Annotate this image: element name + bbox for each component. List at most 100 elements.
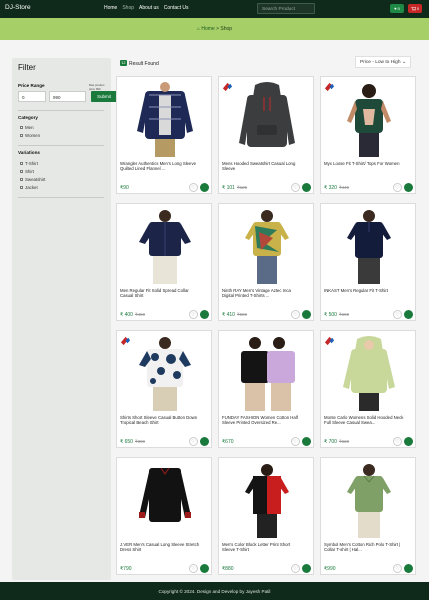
product-title[interactable]: INKAST Men's Regular Fit T-Shirt	[324, 288, 406, 293]
chevron-down-icon: ⌄	[401, 60, 406, 65]
add-to-cart-icon[interactable]	[404, 564, 413, 573]
checkbox[interactable]	[20, 162, 23, 165]
add-to-cart-icon[interactable]	[200, 564, 209, 573]
product-image[interactable]	[131, 81, 199, 159]
wishlist-heart-icon[interactable]: ♡	[393, 564, 402, 573]
product-title[interactable]: Symbol Men's Cotton Rich Polo T-Shirt | …	[324, 542, 406, 553]
product-title[interactable]: Ninth RAY Men's Vintage Aztec Inca Digit…	[222, 288, 304, 299]
add-to-cart-icon[interactable]	[302, 183, 311, 192]
product-card[interactable]: FUNDAY FASHION Women Cotton Half Sleeve …	[218, 330, 314, 448]
product-image[interactable]	[233, 81, 301, 159]
category-option-women[interactable]: Women	[20, 133, 40, 138]
wishlist-heart-icon[interactable]: ♡	[291, 437, 300, 446]
checkbox[interactable]	[20, 186, 23, 189]
wishlist-heart-icon[interactable]: ♡	[291, 564, 300, 573]
wishlist-heart-icon[interactable]: ♡	[189, 310, 198, 319]
add-to-cart-icon[interactable]	[200, 183, 209, 192]
wishlist-heart-icon[interactable]: ♡	[393, 183, 402, 192]
product-image[interactable]	[131, 208, 199, 286]
checkbox[interactable]	[20, 178, 23, 181]
nav-contact-link[interactable]: Contact Us	[164, 5, 189, 11]
breadcrumb-home[interactable]: ⌂ Home	[197, 26, 216, 32]
wishlist-heart-icon[interactable]: ♡	[291, 183, 300, 192]
nav-home-link[interactable]: Home	[104, 5, 117, 11]
product-image[interactable]	[131, 462, 199, 540]
product-price: ₹790	[120, 566, 132, 572]
add-to-cart-icon[interactable]	[302, 437, 311, 446]
checkbox[interactable]	[20, 170, 23, 173]
product-title[interactable]: Mens Hooded Sweatshirt Casual Long Sleev…	[222, 161, 304, 172]
product-card[interactable]: J.VER Men's Casual Long Sleeve Stretch D…	[116, 457, 212, 575]
product-title[interactable]: Monte Carlo Womens Solid Hooded Neck Ful…	[324, 415, 406, 426]
product-image[interactable]	[233, 335, 301, 413]
wishlist-heart-icon[interactable]: ♡	[189, 564, 198, 573]
navbar: DJ-Store Home Shop About us Contact Us S…	[0, 0, 429, 18]
product-image[interactable]	[233, 208, 301, 286]
variation-option-tshirt[interactable]: T-Shirt	[20, 161, 38, 166]
product-mrp: ₹899	[134, 439, 146, 444]
product-title[interactable]: J.VER Men's Casual Long Sleeve Stretch D…	[120, 542, 202, 553]
wishlist-heart-icon[interactable]: ♡	[393, 310, 402, 319]
product-image[interactable]	[335, 81, 403, 159]
wishlist-heart-icon[interactable]: ♡	[189, 183, 198, 192]
product-price: ₹670	[222, 439, 234, 445]
add-to-cart-icon[interactable]	[404, 437, 413, 446]
product-image[interactable]	[335, 462, 403, 540]
product-card[interactable]: Myx Loose Fit T-Shirt/ Tops For Women ₹ …	[320, 76, 416, 194]
checkbox[interactable]	[20, 134, 23, 137]
product-image[interactable]	[131, 335, 199, 413]
product-title[interactable]: FUNDAY FASHION Women Cotton Half Sleeve …	[222, 415, 304, 426]
offer-badge-icon	[222, 82, 233, 92]
product-card[interactable]: Symbol Men's Cotton Rich Polo T-Shirt | …	[320, 457, 416, 575]
nav-about-link[interactable]: About us	[139, 5, 159, 11]
brand-logo[interactable]: DJ-Store	[5, 4, 31, 11]
product-image[interactable]	[335, 335, 403, 413]
divider	[18, 110, 104, 111]
wishlist-heart-icon[interactable]: ♡	[189, 437, 198, 446]
breadcrumb-banner: ⌂ Home > Shop	[0, 18, 429, 40]
max-price-input[interactable]: 990	[49, 91, 86, 102]
product-card[interactable]: Ninth RAY Men's Vintage Aztec Inca Digit…	[218, 203, 314, 321]
add-to-cart-icon[interactable]	[404, 310, 413, 319]
product-card[interactable]: INKAST Men's Regular Fit T-Shirt ₹ 500 ₹6…	[320, 203, 416, 321]
product-card[interactable]: Wrangler Authentics Men's Long Sleeve Qu…	[116, 76, 212, 194]
product-title[interactable]: Wrangler Authentics Men's Long Sleeve Qu…	[120, 161, 202, 172]
add-to-cart-icon[interactable]	[302, 564, 311, 573]
cart-icon	[410, 6, 416, 11]
product-title[interactable]: Men's Color Block Letter Print Short Sle…	[222, 542, 304, 553]
product-title[interactable]: Shirts Short Sleeve Casual Button Down T…	[120, 415, 202, 426]
footer: Copyright © 2024. Design and Develop by …	[0, 582, 429, 600]
variation-option-jacket[interactable]: Jacket	[20, 185, 38, 190]
min-price-input[interactable]: 0	[18, 91, 46, 102]
offer-badge-icon	[120, 336, 131, 346]
checkbox[interactable]	[20, 126, 23, 129]
nav-shop-link[interactable]: Shop	[122, 5, 134, 11]
wishlist-heart-icon[interactable]: ♡	[393, 437, 402, 446]
product-title[interactable]: Myx Loose Fit T-Shirt/ Tops For Women	[324, 161, 406, 166]
sort-select[interactable]: Price - Low to High ⌄	[355, 56, 411, 68]
add-to-cart-icon[interactable]	[200, 310, 209, 319]
search-input[interactable]: Search Product	[257, 3, 315, 14]
offer-badge-icon	[324, 82, 335, 92]
product-image[interactable]	[233, 462, 301, 540]
submit-button[interactable]: Submit	[91, 91, 117, 102]
wishlist-heart-icon[interactable]: ♡	[291, 310, 300, 319]
filter-sidebar: Filter Price Range Max product price 990…	[12, 58, 117, 580]
cart-button[interactable]: 0	[408, 4, 422, 13]
add-to-cart-icon[interactable]	[404, 183, 413, 192]
product-card[interactable]: Shirts Short Sleeve Casual Button Down T…	[116, 330, 212, 448]
wishlist-button[interactable]: ♥ 0	[390, 4, 404, 13]
price-hint: Max product price 990	[89, 83, 105, 91]
add-to-cart-icon[interactable]	[200, 437, 209, 446]
product-card[interactable]: Men Regular Fit Solid Spread Collar Casu…	[116, 203, 212, 321]
variation-option-sweatshirt[interactable]: Sweatshirt	[20, 177, 46, 182]
product-title[interactable]: Men Regular Fit Solid Spread Collar Casu…	[120, 288, 202, 299]
add-to-cart-icon[interactable]	[302, 310, 311, 319]
category-option-men[interactable]: Men	[20, 125, 34, 130]
product-card[interactable]: Men's Color Block Letter Print Short Sle…	[218, 457, 314, 575]
product-card[interactable]: Monte Carlo Womens Solid Hooded Neck Ful…	[320, 330, 416, 448]
product-image[interactable]	[335, 208, 403, 286]
variation-option-shirt[interactable]: Shirt	[20, 169, 34, 174]
breadcrumb: ⌂ Home > Shop	[0, 26, 429, 32]
product-card[interactable]: Mens Hooded Sweatshirt Casual Long Sleev…	[218, 76, 314, 194]
